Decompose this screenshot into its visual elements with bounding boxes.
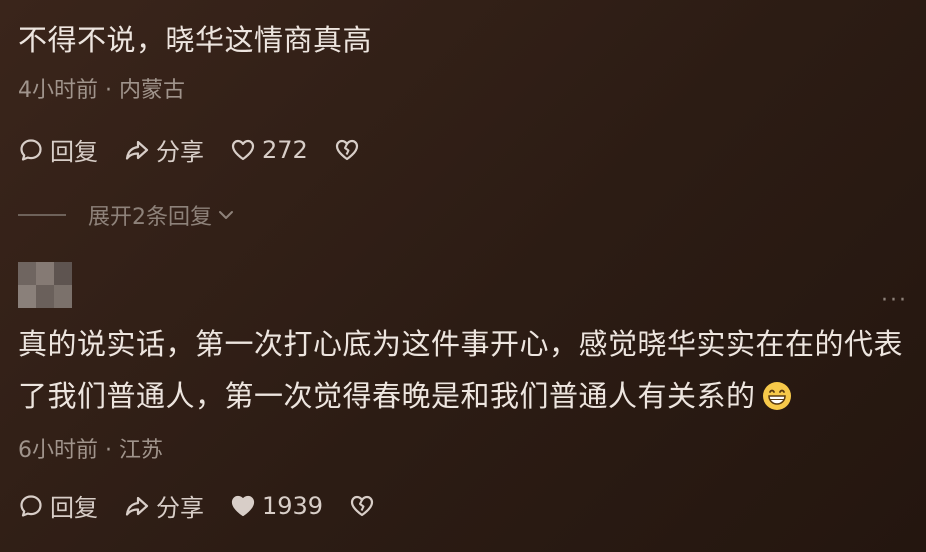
like-count: 272 xyxy=(262,135,308,164)
meta-separator: · xyxy=(98,78,119,103)
share-arrow-icon xyxy=(125,140,149,160)
comment-meta: 6小时前 · 江苏 xyxy=(18,436,908,466)
comment-actions: 回复 分享 272 xyxy=(18,132,908,167)
comment-bubble-icon xyxy=(20,494,42,517)
avatar[interactable] xyxy=(18,262,72,308)
comment-location: 江苏 xyxy=(118,438,163,463)
comment-text: 真的说实话，第一次打心底为这件事开心，感觉晓华实实在在的代表了我们普通人，第一次… xyxy=(18,318,908,422)
heart-icon xyxy=(231,495,255,516)
more-options-button[interactable]: ··· xyxy=(881,288,908,313)
like-button[interactable]: 272 xyxy=(230,136,308,164)
chevron-down-icon xyxy=(219,211,233,219)
comment-meta: 4小时前 · 内蒙古 xyxy=(18,76,908,106)
divider-line xyxy=(18,214,66,216)
comment-bubble-icon xyxy=(20,138,42,161)
share-arrow-icon xyxy=(125,496,149,516)
comment-text: 不得不说，晓华这情商真高 xyxy=(18,23,373,57)
meta-separator: · xyxy=(98,438,119,463)
heart-icon xyxy=(231,139,255,160)
comment-header: ··· xyxy=(18,262,908,313)
reply-label: 回复 xyxy=(50,494,98,522)
comment-actions: 回复 分享 1939 xyxy=(18,488,908,523)
broken-heart-icon xyxy=(350,495,374,516)
reply-button[interactable]: 回复 xyxy=(18,488,98,523)
reply-button[interactable]: 回复 xyxy=(18,132,98,167)
comment-time: 4小时前 xyxy=(18,78,98,103)
share-label: 分享 xyxy=(156,138,204,166)
comment-time: 6小时前 xyxy=(18,438,98,463)
reply-label: 回复 xyxy=(50,138,98,166)
like-button[interactable]: 1939 xyxy=(230,492,323,520)
expand-replies-label: 展开2条回复 xyxy=(88,205,212,230)
comment-item: 不得不说，晓华这情商真高 4小时前 · 内蒙古 回复 分享 272 展开2条回复 xyxy=(18,14,908,231)
comment-location: 内蒙古 xyxy=(118,78,185,103)
grinning-face-emoji-icon xyxy=(762,382,791,410)
broken-heart-icon xyxy=(335,139,358,160)
share-button[interactable]: 分享 xyxy=(124,488,204,523)
dislike-button[interactable] xyxy=(334,137,360,163)
share-button[interactable]: 分享 xyxy=(124,132,204,167)
comment-item: ··· 真的说实话，第一次打心底为这件事开心，感觉晓华实实在在的代表了我们普通人… xyxy=(18,262,908,523)
dislike-button[interactable] xyxy=(349,493,375,519)
expand-replies-button[interactable]: 展开2条回复 xyxy=(18,199,908,231)
like-count: 1939 xyxy=(262,491,324,520)
share-label: 分享 xyxy=(156,494,204,522)
